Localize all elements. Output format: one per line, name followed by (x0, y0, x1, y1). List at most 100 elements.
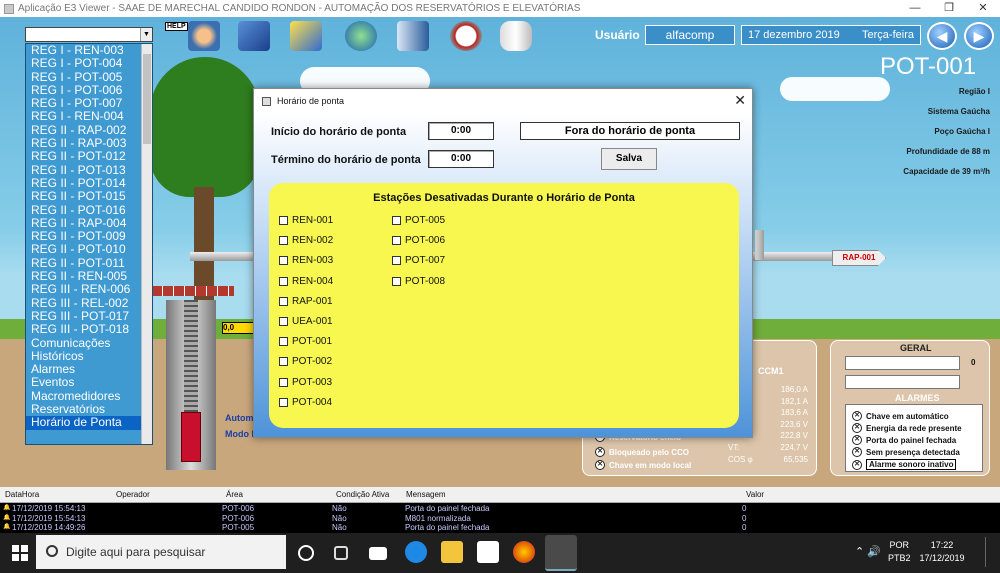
minimize-button[interactable]: — (898, 0, 932, 17)
station-checkbox[interactable]: REN-002 (279, 235, 333, 246)
dropdown-item[interactable]: REG II - POT-011 (26, 256, 152, 270)
checkbox-icon[interactable] (279, 357, 288, 367)
start-time-input[interactable]: 0:00 (428, 122, 494, 140)
dropdown-item[interactable]: REG II - RAP-004 (26, 216, 152, 230)
dropdown-item[interactable]: REG II - POT-014 (26, 176, 152, 190)
dropdown-scrollbar[interactable] (141, 44, 152, 444)
dropdown-item[interactable]: REG I - POT-006 (26, 83, 152, 97)
save-button[interactable]: Salva (601, 148, 657, 170)
back-button[interactable]: ◀ (927, 22, 957, 50)
gauge-icon[interactable] (450, 21, 482, 51)
dropdown-item[interactable]: REG II - RAP-002 (26, 123, 152, 137)
station-checkbox[interactable]: POT-003 (279, 377, 332, 388)
firefox-icon[interactable] (513, 541, 535, 563)
rap-link-button[interactable]: RAP-001 (832, 250, 886, 266)
e3-viewer-taskbar-icon[interactable] (545, 535, 577, 571)
station-checkbox[interactable]: POT-004 (279, 397, 332, 408)
windows-start-icon[interactable] (12, 545, 28, 561)
checkbox-icon[interactable] (279, 397, 288, 407)
close-window-button[interactable]: ✕ (966, 0, 1000, 17)
dropdown-item[interactable]: Horário de Ponta (26, 416, 152, 430)
report-icon[interactable] (290, 21, 322, 51)
dropdown-item[interactable]: Macromedidores (26, 389, 152, 403)
dropdown-item[interactable]: REG III - POT-017 (26, 309, 152, 323)
checkbox-icon[interactable] (279, 256, 288, 266)
dropdown-item[interactable]: REG II - POT-015 (26, 189, 152, 203)
end-time-input[interactable]: 0:00 (428, 150, 494, 168)
dropdown-item[interactable]: REG I - POT-004 (26, 56, 152, 70)
checkbox-icon[interactable] (279, 296, 288, 306)
dropdown-item[interactable]: REG II - POT-012 (26, 150, 152, 164)
checkbox-icon[interactable] (392, 236, 401, 246)
station-checkbox[interactable]: POT-007 (392, 255, 445, 266)
checkbox-icon[interactable] (392, 276, 401, 286)
dropdown-item[interactable]: REG I - REN-003 (26, 44, 152, 57)
checkbox-icon[interactable] (279, 276, 288, 286)
dropdown-item[interactable]: REG II - POT-016 (26, 203, 152, 217)
dropdown-item[interactable]: Comunicações (26, 336, 152, 350)
col-condition[interactable]: Condição Ativa (336, 490, 389, 499)
station-dropdown-list[interactable]: REG I - REN-003 REG I - POT-004 REG I - PO… (25, 43, 153, 445)
station-checkbox[interactable]: POT-005 (392, 215, 445, 226)
checkbox-icon[interactable] (279, 377, 288, 387)
tank-icon[interactable] (500, 21, 532, 51)
forward-button[interactable]: ▶ (964, 22, 994, 50)
col-datetime[interactable]: DataHora (5, 490, 39, 499)
event-row[interactable]: 🔔 17/12/2019 14:49:26 POT-005 Não Porta do p… (0, 523, 1000, 532)
checkbox-icon[interactable] (279, 317, 288, 326)
users-icon[interactable] (188, 21, 220, 51)
col-value[interactable]: Valor (746, 490, 764, 499)
dropdown-item[interactable]: REG III - REL-002 (26, 296, 152, 310)
taskbar-search-input[interactable]: Digite aqui para pesquisar (36, 535, 286, 569)
dropdown-item[interactable]: REG II - POT-010 (26, 243, 152, 257)
dropdown-item[interactable]: REG I - REN-004 (26, 110, 152, 124)
globe-icon[interactable] (345, 21, 377, 51)
station-checkbox[interactable]: REN-004 (279, 276, 333, 287)
restore-button[interactable]: ❐ (932, 0, 966, 17)
checkbox-icon[interactable] (279, 337, 288, 347)
dropdown-item[interactable]: REG III - REN-006 (26, 283, 152, 297)
checkbox-icon[interactable] (392, 216, 401, 225)
tray-icons[interactable]: ⌃ 🔊 (855, 545, 881, 558)
checkbox-icon[interactable] (279, 216, 288, 225)
dropdown-item[interactable]: REG I - POT-007 (26, 96, 152, 110)
station-checkbox[interactable]: REN-001 (279, 215, 333, 226)
show-desktop-button[interactable] (985, 537, 997, 567)
dropdown-item[interactable]: Históricos (26, 349, 152, 363)
panel-icon[interactable] (397, 21, 429, 51)
help-button[interactable]: HELP (165, 22, 188, 31)
checkbox-icon[interactable] (279, 236, 288, 246)
station-checkbox[interactable]: REN-003 (279, 255, 333, 266)
task-view-icon[interactable] (334, 546, 348, 560)
dropdown-item[interactable]: REG II - RAP-003 (26, 136, 152, 150)
dropdown-item[interactable]: REG III - POT-018 (26, 322, 152, 336)
cortana-icon[interactable] (298, 545, 314, 561)
edge-icon[interactable] (405, 541, 427, 563)
checkbox-icon[interactable] (392, 256, 401, 266)
chevron-down-icon[interactable]: ▼ (140, 28, 152, 41)
station-checkbox[interactable]: POT-001 (279, 336, 332, 347)
col-area[interactable]: Área (226, 490, 243, 499)
language-indicator[interactable]: POR PTB2 (888, 539, 911, 565)
computer-icon[interactable] (238, 21, 270, 51)
dropdown-item[interactable]: REG II - REN-005 (26, 269, 152, 283)
station-select[interactable]: ▼ (25, 27, 153, 42)
store-icon[interactable] (477, 541, 499, 563)
file-explorer-icon[interactable] (441, 541, 463, 563)
dropdown-item[interactable]: Alarmes (26, 362, 152, 376)
dropdown-item[interactable]: REG I - POT-005 (26, 70, 152, 84)
dropdown-item[interactable]: Eventos (26, 376, 152, 390)
station-checkbox[interactable]: POT-006 (392, 235, 445, 246)
dropdown-item[interactable]: REG II - POT-013 (26, 163, 152, 177)
event-row[interactable]: 🔔 17/12/2019 15:54:13 POT-006 Não Porta do p… (0, 504, 1000, 513)
station-checkbox[interactable]: POT-008 (392, 276, 445, 287)
dropdown-item[interactable]: Reservatórios (26, 402, 152, 416)
station-checkbox[interactable]: UEA-001 (279, 316, 333, 327)
clock[interactable]: 17:22 17/12/2019 (918, 539, 966, 565)
dropdown-item[interactable]: REG II - POT-009 (26, 229, 152, 243)
station-checkbox[interactable]: POT-002 (279, 356, 332, 367)
event-row[interactable]: 🔔 17/12/2019 15:54:13 POT-006 Não M801 norma… (0, 514, 1000, 523)
col-operator[interactable]: Operador (116, 490, 150, 499)
mail-icon[interactable] (369, 547, 387, 560)
dialog-close-button[interactable]: ✕ (734, 92, 746, 109)
